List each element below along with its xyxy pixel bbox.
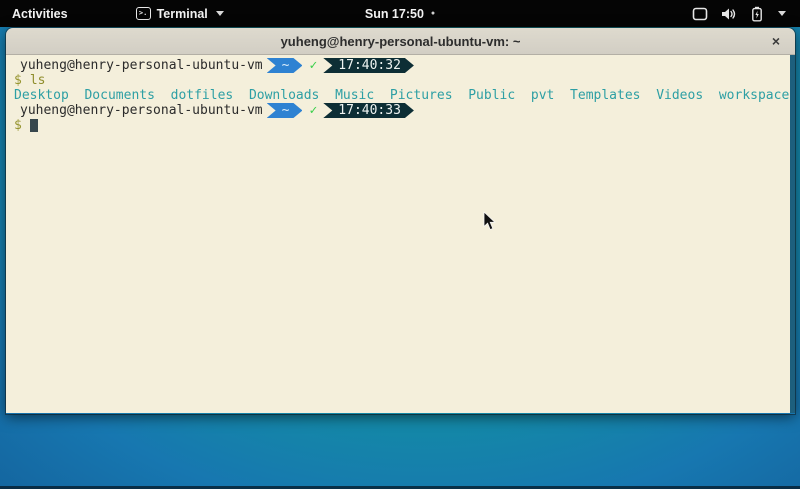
terminal-window: yuheng@henry-personal-ubuntu-vm: ~ × yuh… <box>6 28 795 414</box>
prompt-path-segment: ~ <box>267 103 303 118</box>
terminal-scrollbar[interactable] <box>790 55 795 413</box>
prompt-symbol: $ <box>14 118 22 133</box>
directory-name: Public <box>468 88 515 103</box>
chevron-down-icon <box>216 11 224 16</box>
prompt-symbol: $ <box>14 73 22 88</box>
prompt-path: ~ <box>282 103 290 118</box>
window-titlebar[interactable]: yuheng@henry-personal-ubuntu-vm: ~ × <box>6 28 795 55</box>
window-title: yuheng@henry-personal-ubuntu-vm: ~ <box>281 34 521 49</box>
command-line: $ ls <box>14 73 795 88</box>
battery-charging-icon <box>751 6 763 22</box>
system-status-area[interactable] <box>678 0 800 27</box>
app-menu-label: Terminal <box>157 7 208 21</box>
directory-name: Music <box>335 88 374 103</box>
chevron-down-icon <box>778 11 786 16</box>
ls-output-row: Desktop Documents dotfiles Downloads Music Pi… <box>14 88 795 103</box>
prompt-time: 17:40:33 <box>338 103 401 118</box>
prompt-time: 17:40:32 <box>338 58 401 73</box>
activities-button[interactable]: Activities <box>0 0 80 27</box>
typed-command: ls <box>30 73 46 88</box>
top-bar-left: Activities >. Terminal <box>0 0 232 27</box>
clock-label: Sun 17:50 <box>365 7 424 21</box>
volume-icon <box>721 7 738 21</box>
directory-name: Templates <box>570 88 640 103</box>
desktop-screen: Activities >. Terminal Sun 17:50 ● <box>0 0 800 489</box>
prompt-path-segment: ~ <box>267 58 303 73</box>
prompt-time-segment: 17:40:32 <box>323 58 414 73</box>
directory-name: Videos <box>656 88 703 103</box>
input-line: $ <box>14 118 795 133</box>
prompt-user-host: yuheng@henry-personal-ubuntu-vm <box>14 103 263 118</box>
directory-name: Downloads <box>249 88 319 103</box>
prompt-user-host: yuheng@henry-personal-ubuntu-vm <box>14 58 263 73</box>
terminal-cursor <box>30 119 38 132</box>
gnome-top-bar: Activities >. Terminal Sun 17:50 ● <box>0 0 800 27</box>
check-icon: ✓ <box>309 58 317 73</box>
directory-name: Documents <box>84 88 154 103</box>
prompt-line-second: yuheng@henry-personal-ubuntu-vm ~ ✓ 17:4… <box>14 103 795 118</box>
terminal-screen[interactable]: yuheng@henry-personal-ubuntu-vm ~ ✓ 17:4… <box>6 55 795 413</box>
terminal-icon: >. <box>136 7 151 20</box>
directory-name: workspace <box>719 88 789 103</box>
app-menu-terminal[interactable]: >. Terminal <box>128 0 232 27</box>
prompt-line-first: yuheng@henry-personal-ubuntu-vm ~ ✓ 17:4… <box>14 58 795 73</box>
directory-name: Desktop <box>14 88 69 103</box>
directory-name: Pictures <box>390 88 453 103</box>
prompt-time-segment: 17:40:33 <box>323 103 414 118</box>
prompt-path: ~ <box>282 58 290 73</box>
notification-dot-icon: ● <box>431 10 435 17</box>
clock-button[interactable]: Sun 17:50 ● <box>357 0 443 27</box>
directory-name: pvt <box>531 88 554 103</box>
check-icon: ✓ <box>309 103 317 118</box>
screen-icon <box>692 7 708 21</box>
close-button[interactable]: × <box>766 31 786 51</box>
directory-name: dotfiles <box>171 88 234 103</box>
